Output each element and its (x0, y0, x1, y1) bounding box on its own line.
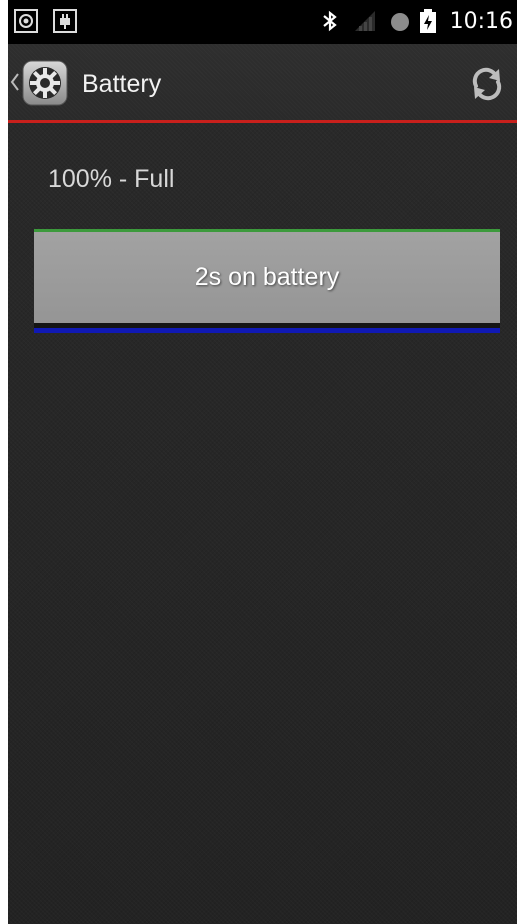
status-bar: 10:16 (8, 0, 517, 44)
signal-icon (355, 11, 375, 31)
status-time: 10:16 (449, 9, 513, 34)
battery-status-text: 100% - Full (48, 165, 175, 193)
bar-label: 2s on battery (194, 263, 340, 291)
sync-dot-icon (391, 13, 409, 31)
action-bar: Battery (8, 44, 517, 122)
chevron-left-icon[interactable] (10, 72, 20, 92)
page-title: Battery (82, 70, 162, 98)
bar-bottom-line (34, 328, 500, 333)
action-bar-divider (8, 120, 517, 123)
battery-charging-icon (420, 9, 436, 33)
gps-icon (14, 9, 38, 33)
battery-level-bar[interactable]: 2s on battery (34, 229, 500, 334)
phone-screen: 10:16 Battery 100% - Full 2s on battery (8, 0, 517, 924)
settings-gear-icon[interactable] (22, 60, 68, 106)
refresh-icon[interactable] (469, 66, 505, 102)
bluetooth-icon (323, 10, 337, 32)
usb-icon (53, 9, 77, 33)
